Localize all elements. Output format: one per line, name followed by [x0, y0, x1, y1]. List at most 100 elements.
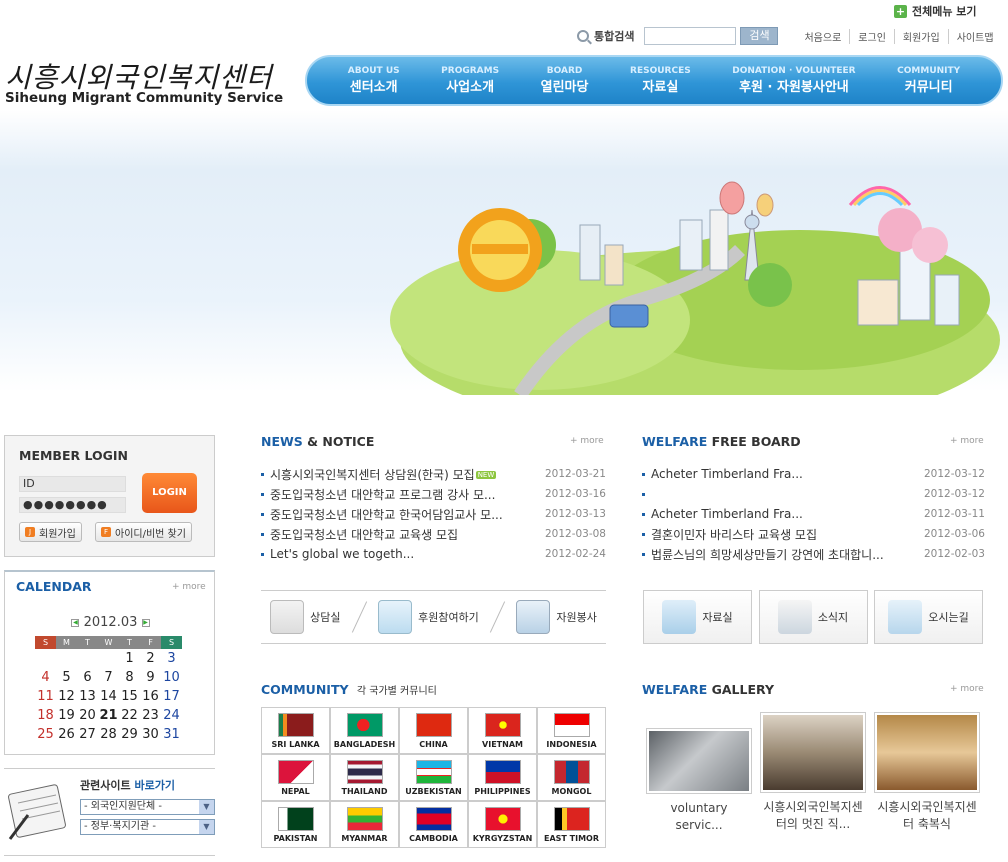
gallery-caption[interactable]: 시흥시외국인복지센터의 멋진 직... [760, 799, 866, 833]
calendar-day[interactable]: 28 [98, 725, 119, 744]
calendar-day[interactable]: 8 [119, 668, 140, 687]
list-item[interactable]: 중도입국청소년 대안학교 프로그램 강사 모... 2012-03-16 [261, 484, 606, 504]
calendar-day[interactable]: 12 [56, 687, 77, 706]
join-button[interactable]: J 회원가입 [19, 522, 82, 542]
calendar-day[interactable]: 5 [56, 668, 77, 687]
calendar-day[interactable]: 10 [161, 668, 182, 687]
calendar-day[interactable]: 29 [119, 725, 140, 744]
country-community-link[interactable]: BANGLADESH [330, 707, 399, 754]
country-community-link[interactable]: CAMBODIA [399, 801, 468, 848]
directions-link[interactable]: 오시는길 [874, 590, 983, 644]
calendar-day[interactable]: 22 [119, 706, 140, 725]
nav-community[interactable]: COMMUNITY 커뮤니티 [897, 66, 960, 95]
gallery-item[interactable]: 시흥시외국인복지센터의 멋진 직... [760, 712, 866, 833]
calendar-day[interactable]: 27 [77, 725, 98, 744]
foreigner-org-select[interactable]: - 외국인지원단체 - ▼ [80, 799, 215, 815]
donation-link[interactable]: 후원참여하기 [378, 600, 479, 634]
calendar-day[interactable]: 11 [35, 687, 56, 706]
gallery-thumbnail[interactable] [760, 712, 866, 793]
calendar-day[interactable]: 21 [98, 706, 119, 725]
password-input[interactable]: ●●●●●●●● [19, 497, 126, 513]
list-item[interactable]: 2012-03-12 [642, 484, 985, 504]
nav-about[interactable]: ABOUT US 센터소개 [348, 66, 400, 95]
gallery-caption[interactable]: voluntary servic... [646, 800, 752, 834]
nav-resources[interactable]: RESOURCES 자료실 [630, 66, 691, 95]
calendar-day[interactable]: 23 [140, 706, 161, 725]
list-item[interactable]: Acheter Timberland Fra... 2012-03-12 [642, 464, 985, 484]
calendar-day[interactable]: 24 [161, 706, 182, 725]
calendar-day[interactable]: 3 [161, 649, 182, 668]
next-month-icon[interactable]: ▶ [141, 618, 150, 627]
login-link[interactable]: 로그인 [849, 28, 894, 44]
calendar-more-link[interactable]: + more [172, 582, 206, 592]
login-button[interactable]: LOGIN [142, 473, 197, 513]
calendar-day[interactable]: 15 [119, 687, 140, 706]
calendar-day[interactable]: 26 [56, 725, 77, 744]
calendar-day[interactable]: 20 [77, 706, 98, 725]
prev-month-icon[interactable]: ◀ [71, 618, 80, 627]
calendar-day[interactable]: 9 [140, 668, 161, 687]
calendar-day[interactable]: 18 [35, 706, 56, 725]
volunteer-link[interactable]: 자원봉사 [516, 600, 597, 634]
home-link[interactable]: 처음으로 [796, 29, 849, 44]
gallery-caption[interactable]: 시흥시외국인복지센터 축복식 [874, 799, 980, 833]
calendar-day[interactable]: 13 [77, 687, 98, 706]
list-item[interactable]: 결혼이민자 바리스타 교육생 모집 2012-03-06 [642, 524, 985, 544]
gallery-thumbnail[interactable] [874, 712, 980, 793]
newsletter-link[interactable]: 소식지 [758, 590, 868, 644]
nav-programs[interactable]: PROGRAMS 사업소개 [441, 66, 499, 95]
calendar-day[interactable]: 1 [119, 649, 140, 668]
gallery-item[interactable]: voluntary servic... [646, 728, 752, 834]
calendar-day[interactable]: 4 [35, 668, 56, 687]
country-community-link[interactable]: EAST TIMOR [537, 801, 606, 848]
country-community-link[interactable]: UZBEKISTAN [399, 754, 468, 801]
calendar-day[interactable]: 25 [35, 725, 56, 744]
government-org-select[interactable]: - 정부·복지기관 - ▼ [80, 819, 215, 835]
list-item[interactable]: Let's global we togeth... 2012-02-24 [261, 544, 606, 564]
list-item[interactable]: Acheter Timberland Fra... 2012-03-11 [642, 504, 985, 524]
resources-link[interactable]: 자료실 [643, 590, 752, 644]
find-account-button[interactable]: F 아이디/비번 찾기 [95, 522, 192, 542]
search-input[interactable] [644, 27, 737, 45]
gallery-thumbnail[interactable] [646, 728, 752, 794]
country-community-link[interactable]: VIETNAM [468, 707, 537, 754]
gallery-more-link[interactable]: + more [950, 684, 984, 694]
list-item[interactable]: 중도입국청소년 대안학교 교육생 모집 2012-03-08 [261, 524, 606, 544]
list-item[interactable]: 법륜스님의 희망세상만들기 강연에 초대합니... 2012-02-03 [642, 544, 985, 564]
calendar-day[interactable]: 2 [140, 649, 161, 668]
country-community-link[interactable]: INDONESIA [537, 707, 606, 754]
calendar-day[interactable]: 31 [161, 725, 182, 744]
list-item[interactable]: 중도입국청소년 대안학교 한국어담임교사 모... 2012-03-13 [261, 504, 606, 524]
search-button[interactable]: 검색 [740, 27, 779, 45]
country-community-link[interactable]: CHINA [399, 707, 468, 754]
nav-board[interactable]: BOARD 열린마당 [541, 66, 589, 95]
country-community-link[interactable]: THAILAND [330, 754, 399, 801]
board-more-link[interactable]: + more [950, 436, 984, 446]
calendar-day[interactable]: 16 [140, 687, 161, 706]
all-menu-link[interactable]: + 전체메뉴 보기 [894, 3, 977, 19]
calendar-day[interactable]: 6 [77, 668, 98, 687]
calendar-day[interactable]: 19 [56, 706, 77, 725]
news-item-date: 2012-03-21 [544, 468, 606, 480]
join-link[interactable]: 회원가입 [893, 28, 948, 44]
id-input[interactable]: ID [19, 476, 126, 492]
country-community-link[interactable]: MYANMAR [330, 801, 399, 848]
calendar-day[interactable]: 30 [140, 725, 161, 744]
calendar-day[interactable]: 14 [98, 687, 119, 706]
calendar-day[interactable]: 7 [98, 668, 119, 687]
country-community-link[interactable]: SRI LANKA [261, 707, 330, 754]
nav-donation[interactable]: DONATION · VOLUNTEER 후원 · 자원봉사안내 [732, 66, 855, 95]
logo-english[interactable]: Siheung Migrant Community Service [5, 90, 283, 106]
country-grid: SRI LANKA BANGLADESH CHINA VIETNAM INDONESIA… [261, 707, 606, 848]
counseling-link[interactable]: 상담실 [270, 600, 341, 634]
country-community-link[interactable]: MONGOL [537, 754, 606, 801]
country-community-link[interactable]: PHILIPPINES [468, 754, 537, 801]
country-community-link[interactable]: NEPAL [261, 754, 330, 801]
country-community-link[interactable]: KYRGYZSTAN [468, 801, 537, 848]
news-more-link[interactable]: + more [570, 436, 604, 446]
list-item[interactable]: 시흥시외국인복지센터 상담원(한국) 모집 NEW 2012-03-21 [261, 464, 606, 484]
calendar-day[interactable]: 17 [161, 687, 182, 706]
gallery-item[interactable]: 시흥시외국인복지센터 축복식 [874, 712, 980, 833]
country-community-link[interactable]: PAKISTAN [261, 801, 330, 848]
sitemap-link[interactable]: 사이트맵 [947, 28, 1002, 44]
